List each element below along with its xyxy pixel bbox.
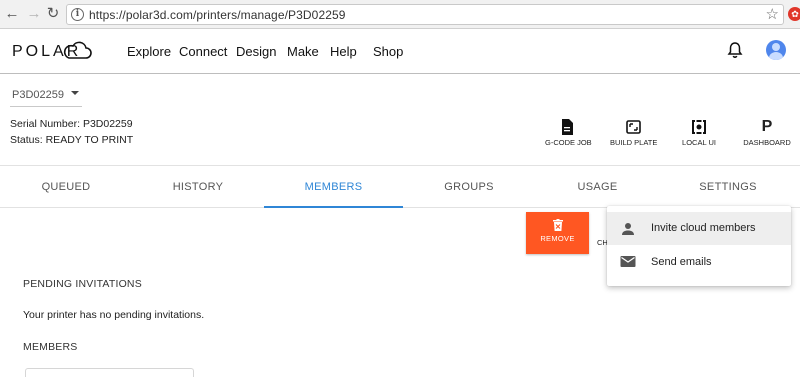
member-card (25, 368, 194, 377)
menu-item-send-emails[interactable]: Send emails (607, 246, 791, 279)
app-header: POLAR Explore Connect Design Make Help S… (0, 30, 800, 74)
remove-label: REMOVE (540, 234, 575, 243)
url-text[interactable]: https://polar3d.com/printers/manage/P3D0… (89, 8, 346, 22)
caret-down-icon (71, 91, 79, 95)
settings-dropdown-menu: Invite cloud members Send emails (607, 206, 791, 286)
nav-explore[interactable]: Explore (127, 44, 171, 59)
mail-icon (620, 256, 636, 267)
pending-empty-message: Your printer has no pending invitations. (23, 309, 205, 321)
file-icon (562, 119, 573, 135)
serial-number: Serial Number: P3D02259 (10, 118, 133, 130)
menu-item-invite-cloud-members[interactable]: Invite cloud members (607, 212, 791, 245)
nav-design[interactable]: Design (236, 44, 276, 59)
dashboard-button[interactable]: P DASHBOARD (742, 118, 792, 148)
forward-icon[interactable]: → (26, 6, 42, 22)
dashboard-icon: P (761, 118, 773, 135)
printer-status: Status: READY TO PRINT (10, 134, 134, 146)
gcode-job-button[interactable]: G-CODE JOB (545, 119, 592, 147)
info-icon[interactable]: i (71, 8, 84, 21)
back-icon[interactable]: ← (4, 6, 20, 22)
tab-bar: QUEUED HISTORY MEMBERS GROUPS USAGE SETT… (0, 165, 800, 208)
build-plate-button[interactable]: BUILD PLATE (610, 119, 657, 147)
active-tab-indicator (264, 206, 403, 208)
trash-icon (552, 219, 563, 231)
pending-invitations-title: PENDING INVITATIONS (23, 278, 142, 290)
nav-help[interactable]: Help (330, 44, 357, 59)
extension-icon[interactable]: ✿ (788, 7, 800, 21)
menu-item-label: Invite cloud members (651, 222, 756, 234)
address-bar[interactable]: i https://polar3d.com/printers/manage/P3… (66, 4, 784, 25)
person-icon (622, 223, 634, 235)
nav-make[interactable]: Make (287, 44, 319, 59)
tab-usage[interactable]: USAGE (535, 166, 660, 208)
bell-icon[interactable] (727, 41, 743, 59)
build-plate-icon (625, 120, 641, 134)
members-title: MEMBERS (23, 341, 78, 353)
nav-shop[interactable]: Shop (373, 44, 403, 59)
logo-cloud-icon[interactable] (62, 39, 92, 61)
avatar[interactable] (766, 40, 786, 60)
menu-item-label: Send emails (651, 256, 712, 268)
printer-select-value: P3D02259 (12, 89, 64, 101)
tab-groups[interactable]: GROUPS (403, 166, 535, 208)
printer-select[interactable]: P3D02259 (10, 86, 82, 107)
tab-members[interactable]: MEMBERS (264, 166, 403, 208)
local-ui-button[interactable]: LOCAL UI (680, 119, 718, 147)
tab-settings[interactable]: SETTINGS (660, 166, 796, 208)
nav-connect[interactable]: Connect (179, 44, 227, 59)
tab-history[interactable]: HISTORY (132, 166, 264, 208)
remove-button[interactable]: REMOVE (526, 212, 589, 254)
bookmark-star-icon[interactable]: ☆ (766, 6, 779, 24)
local-ui-icon (692, 120, 706, 134)
browser-toolbar: ← → ↻ i https://polar3d.com/printers/man… (0, 0, 800, 29)
reload-icon[interactable]: ↻ (45, 6, 61, 22)
tab-queued[interactable]: QUEUED (0, 166, 132, 208)
